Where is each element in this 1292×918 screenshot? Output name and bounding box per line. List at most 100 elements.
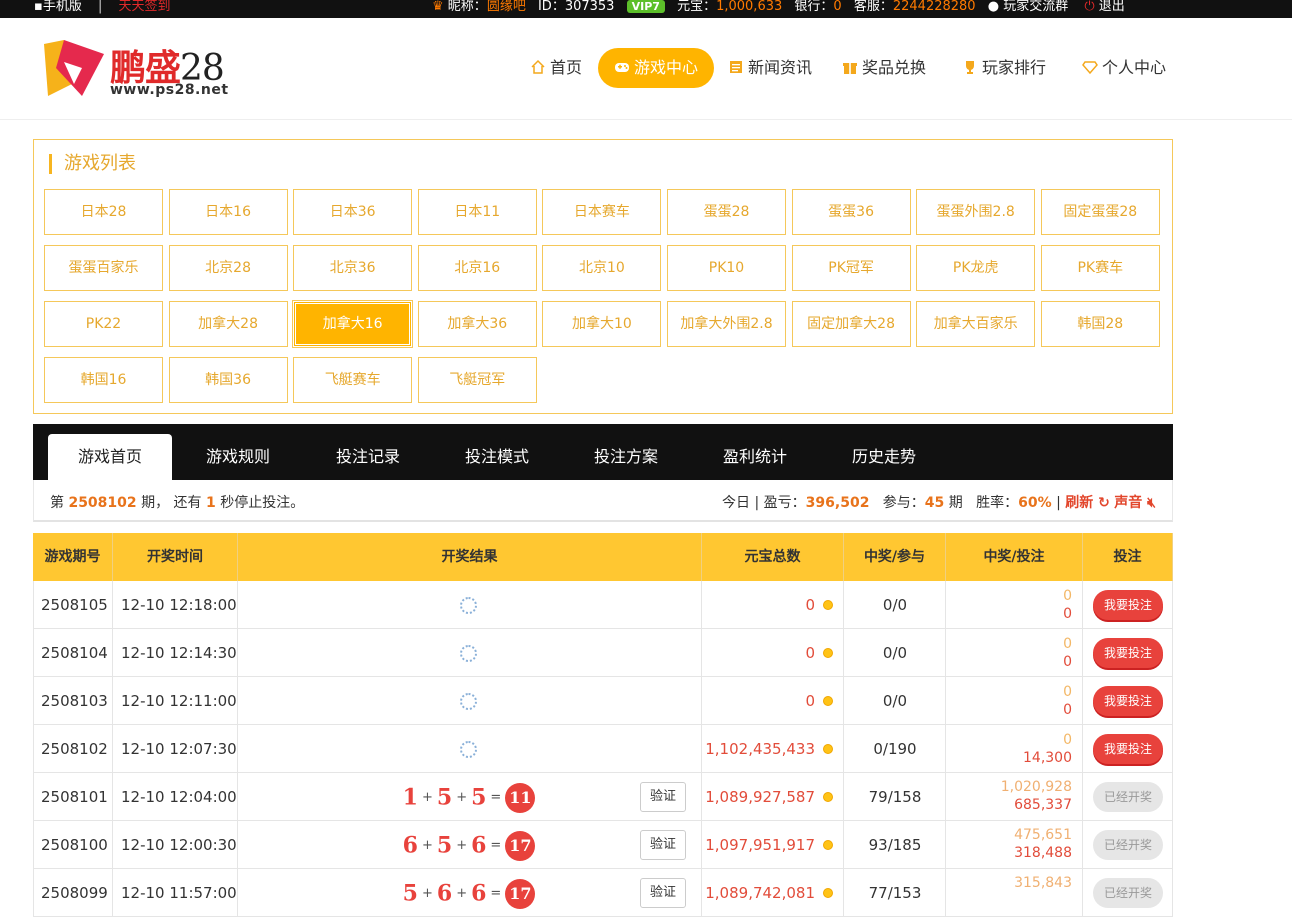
game-button[interactable]: 北京36 — [293, 245, 413, 291]
game-button[interactable]: 蛋蛋36 — [791, 189, 911, 235]
refresh-button[interactable]: 刷新 ↻ — [1065, 495, 1110, 511]
home-icon — [531, 59, 545, 74]
site-logo[interactable]: 鹏盛28 www.ps28.net — [42, 38, 242, 100]
bet-button[interactable]: 我要投注 — [1093, 686, 1163, 716]
group-icon: ● — [987, 0, 1000, 14]
bet-button[interactable]: 我要投注 — [1093, 734, 1163, 764]
row-total: 0 — [805, 629, 833, 677]
id-value: 307353 — [564, 0, 615, 14]
game-button[interactable]: 加拿大36 — [417, 301, 537, 347]
diamond-icon — [1082, 61, 1098, 75]
row-period: 2508100 — [41, 836, 108, 854]
logo-mark-icon — [44, 40, 104, 96]
bank-value: 0 — [833, 0, 842, 14]
win-bet-values: 00 — [1063, 636, 1072, 670]
draw-result: 5 +6 +6 = 17 — [238, 869, 700, 917]
mobile-link[interactable]: ▪手机版 — [34, 0, 82, 14]
tab-game-home[interactable]: 游戏首页 — [48, 434, 172, 480]
loading-spinner-icon — [460, 597, 477, 614]
header: 鹏盛28 www.ps28.net 首页 游戏中心 新闻资讯 奖品兑换 玩家排行… — [0, 18, 1292, 120]
id-label: ID： — [537, 0, 565, 14]
service-label: 客服： — [853, 0, 893, 14]
game-button[interactable]: 日本11 — [417, 189, 537, 235]
tab-profit-stats[interactable]: 盈利统计 — [705, 434, 805, 480]
nav-game-center[interactable]: 游戏中心 — [598, 48, 715, 88]
current-period: 2508102 — [68, 495, 137, 511]
tab-bet-plans[interactable]: 投注方案 — [576, 434, 676, 480]
game-button[interactable]: 北京28 — [168, 245, 288, 291]
separator: | — [97, 0, 103, 14]
verify-button[interactable]: 验证 — [640, 878, 686, 908]
bet-button[interactable]: 我要投注 — [1093, 590, 1163, 620]
game-button[interactable]: 北京10 — [542, 245, 662, 291]
game-button[interactable]: 固定蛋蛋28 — [1040, 189, 1160, 235]
nav-profile[interactable]: 个人中心 — [1082, 48, 1166, 88]
game-button[interactable]: 加拿大28 — [168, 301, 288, 347]
refresh-icon: ↻ — [1098, 495, 1110, 511]
group-link[interactable]: ● 玩家交流群 — [988, 0, 1069, 14]
countdown-text: 第 2508102 期， 还有 1 秒停止投注。 — [50, 495, 305, 511]
game-button[interactable]: 蛋蛋外围2.8 — [916, 189, 1036, 235]
nav-ranking[interactable]: 玩家排行 — [962, 48, 1046, 88]
tab-game-rules[interactable]: 游戏规则 — [188, 434, 288, 480]
tab-bet-records[interactable]: 投注记录 — [318, 434, 418, 480]
yuanbao-value: 1,000,633 — [716, 0, 783, 14]
game-button[interactable]: 日本28 — [44, 189, 163, 235]
game-button[interactable]: 日本36 — [293, 189, 413, 235]
coin-icon — [823, 600, 833, 610]
row-period: 2508103 — [41, 692, 108, 710]
yuanbao-label: 元宝： — [677, 0, 717, 14]
game-button[interactable]: 固定加拿大28 — [791, 301, 911, 347]
game-button[interactable]: PK龙虎 — [916, 245, 1036, 291]
nav-home[interactable]: 首页 — [530, 48, 582, 88]
tab-history-trend[interactable]: 历史走势 — [834, 434, 934, 480]
verify-button[interactable]: 验证 — [640, 782, 686, 812]
logout-link[interactable]: ⏻ 退出 — [1084, 0, 1124, 14]
verify-button[interactable]: 验证 — [640, 830, 686, 860]
loading-spinner-icon — [460, 741, 477, 758]
win-bet-values: 475,651 318,488 — [1014, 827, 1072, 861]
game-button[interactable]: 日本赛车 — [542, 189, 662, 235]
table-row: 2508101 12-10 12:04:00 1 +5 +5 = 11 验证 1,089,927… — [33, 773, 1173, 821]
row-period: 2508101 — [41, 788, 108, 806]
nickname-value: 圆缘吧 — [486, 0, 526, 14]
table-row: 2508103 12-10 12:11:00 0 0/0 0 0 我要投注 — [33, 677, 1173, 725]
game-button[interactable]: PK赛车 — [1040, 245, 1160, 291]
drawn-button: 已经开奖 — [1093, 830, 1163, 860]
tab-bet-modes[interactable]: 投注模式 — [447, 434, 547, 480]
game-button[interactable]: 加拿大外围2.8 — [667, 301, 786, 347]
game-button[interactable]: 日本16 — [168, 189, 288, 235]
row-win-join: 0/0 — [882, 692, 908, 710]
game-button[interactable]: PK22 — [44, 301, 163, 347]
game-button[interactable]: 韩国16 — [44, 357, 163, 403]
coin-icon — [823, 840, 833, 850]
game-button[interactable]: 韩国36 — [168, 357, 288, 403]
game-button[interactable]: 加拿大10 — [542, 301, 662, 347]
game-button[interactable]: 韩国28 — [1040, 301, 1160, 347]
sound-toggle[interactable]: 声音 🔇︎ — [1114, 495, 1156, 511]
coin-icon — [823, 792, 833, 802]
row-total: 0 — [805, 677, 833, 725]
row-win-join: 0/0 — [882, 596, 908, 614]
signin-link[interactable]: 天天签到 — [119, 0, 171, 14]
drawn-button: 已经开奖 — [1093, 878, 1163, 908]
game-button[interactable]: 飞艇赛车 — [293, 357, 413, 403]
game-button[interactable]: 北京16 — [417, 245, 537, 291]
game-button[interactable]: 蛋蛋百家乐 — [44, 245, 163, 291]
row-total: 1,089,927,587 — [705, 773, 833, 821]
row-time: 12-10 12:11:00 — [121, 692, 237, 710]
game-button[interactable]: 加拿大百家乐 — [916, 301, 1036, 347]
nav-prize[interactable]: 奖品兑换 — [842, 48, 926, 88]
table-row: 2508104 12-10 12:14:30 0 0/0 0 0 我要投注 — [33, 629, 1173, 677]
game-button[interactable]: PK10 — [667, 245, 786, 291]
game-button[interactable]: 加拿大16 — [292, 300, 414, 348]
game-button[interactable]: 飞艇冠军 — [417, 357, 537, 403]
game-button[interactable]: 蛋蛋28 — [667, 189, 786, 235]
bet-button[interactable]: 我要投注 — [1093, 638, 1163, 668]
row-time: 12-10 11:57:00 — [121, 884, 237, 902]
game-button[interactable]: PK冠军 — [791, 245, 911, 291]
win-bet-values: 00 — [1063, 684, 1072, 718]
row-period: 2508099 — [41, 884, 108, 902]
nav-news[interactable]: 新闻资讯 — [728, 48, 812, 88]
table-header: 游戏期号 开奖时间 开奖结果 元宝总数 中奖/参与 中奖/投注 投注 — [33, 533, 1173, 581]
